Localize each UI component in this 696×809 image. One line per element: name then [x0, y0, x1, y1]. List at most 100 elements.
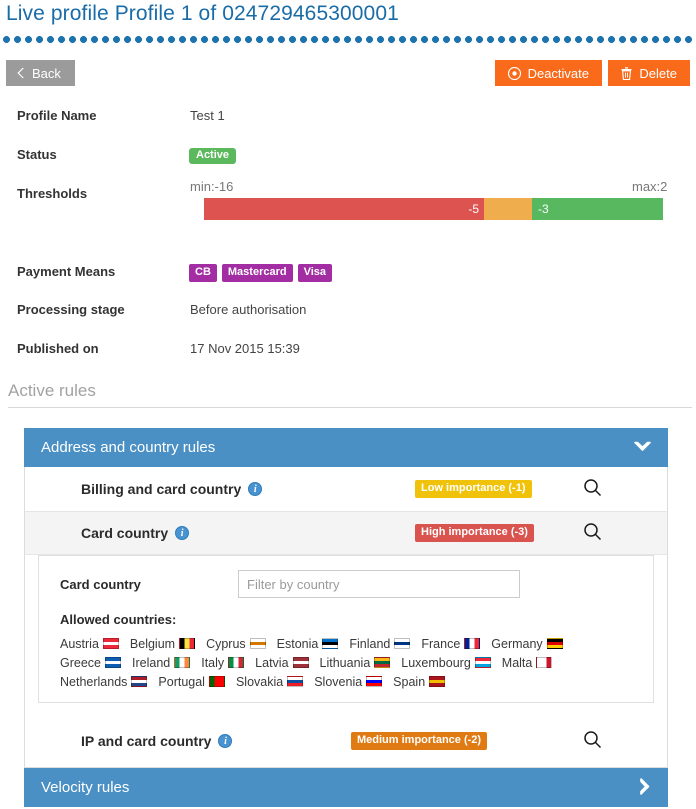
threshold-segment-medium-risk: [484, 198, 532, 220]
flag-icon: [249, 638, 266, 649]
allowed-countries-label: Allowed countries:: [60, 612, 177, 627]
country-item: Slovenia: [314, 673, 383, 692]
flag-icon: [546, 638, 563, 649]
trash-icon: [621, 66, 632, 80]
country-label: Slovakia: [235, 675, 284, 689]
search-icon[interactable]: [583, 730, 602, 752]
country-item: Estonia: [277, 635, 339, 654]
flag-icon: [464, 638, 481, 649]
thresholds-label: Thresholds: [17, 186, 88, 201]
importance-badge: Low importance (-1): [415, 480, 532, 498]
search-icon[interactable]: [583, 522, 602, 544]
country-label: Netherlands: [60, 675, 128, 689]
allowed-countries-list: Austria Belgium Cyprus Estonia Finland France…: [39, 635, 653, 692]
info-icon[interactable]: i: [218, 734, 233, 748]
country-label: Portugal: [158, 675, 205, 689]
card-country-filter-line: Card country: [39, 570, 653, 598]
profile-name-label: Profile Name: [17, 108, 97, 123]
flag-icon: [287, 676, 304, 687]
importance-badge: Medium importance (-2): [351, 732, 488, 750]
panel-header-address-and-country-rules[interactable]: Address and country rules: [24, 428, 668, 467]
flag-icon: [179, 638, 196, 649]
country-item: Ireland: [132, 654, 191, 673]
country-item: Lithuania: [320, 654, 391, 673]
panel-header-velocity-rules[interactable]: Velocity rules: [24, 768, 668, 807]
country-item: Greece: [60, 654, 121, 673]
country-label: Lithuania: [319, 656, 371, 670]
page-title: Live profile Profile 1 of 02472946530000…: [6, 2, 399, 25]
country-label: Luxembourg: [401, 656, 471, 670]
status-badge: Active: [189, 148, 237, 164]
flag-icon: [322, 638, 339, 649]
panel-title: Velocity rules: [41, 779, 130, 796]
published-on-value: 17 Nov 2015 15:39: [190, 341, 300, 356]
country-label: Finland: [349, 637, 391, 651]
rule-label: IP and card country: [81, 733, 212, 749]
flag-icon: [366, 676, 383, 687]
back-button[interactable]: Back: [6, 60, 75, 86]
country-item: Cyprus: [206, 635, 266, 654]
panel-address-and-country-rules: Address and country rules Billing and ca…: [24, 428, 668, 768]
threshold-segment-low-risk: -3: [532, 198, 663, 220]
country-item: Spain: [393, 673, 446, 692]
flag-icon: [131, 676, 148, 687]
profile-page: Live profile Profile 1 of 02472946530000…: [0, 0, 696, 809]
deactivate-button[interactable]: Deactivate: [494, 60, 602, 86]
rule-label: Billing and card country: [81, 481, 242, 497]
country-item: Luxembourg: [401, 654, 491, 673]
rule-row-ip-and-card-country: IP and card country i Medium importance …: [25, 715, 667, 767]
country-item: Belgium: [129, 635, 196, 654]
status-badge-wrap: Active: [189, 146, 237, 164]
processing-stage-label: Processing stage: [17, 302, 125, 317]
rule-name: IP and card country i: [81, 733, 233, 749]
flag-icon: [292, 657, 309, 668]
flag-icon: [208, 676, 225, 687]
chevron-left-icon: [16, 67, 25, 79]
country-label: Cyprus: [206, 637, 246, 651]
country-item: Finland: [349, 635, 411, 654]
info-icon[interactable]: i: [248, 482, 263, 496]
country-item: Slovakia: [235, 673, 304, 692]
rule-name: Card country i: [81, 525, 190, 541]
flag-icon: [105, 657, 121, 668]
threshold-max-label: max:2: [632, 179, 668, 194]
country-label: Germany: [491, 637, 543, 651]
country-label: Latvia: [255, 656, 289, 670]
rule-label: Card country: [81, 525, 169, 541]
panel-velocity-rules: Velocity rules: [24, 768, 668, 807]
country-item: Austria: [60, 635, 119, 654]
flag-icon: [102, 638, 119, 649]
country-label: Italy: [201, 656, 225, 670]
payment-mean-badge: CB: [189, 264, 217, 282]
published-on-label: Published on: [17, 341, 99, 356]
payment-means-list: CB Mastercard Visa: [189, 264, 333, 282]
rule-row-billing-and-card-country: Billing and card country i Low importanc…: [25, 467, 667, 511]
panel-title: Address and country rules: [41, 439, 216, 456]
country-label: Slovenia: [314, 675, 363, 689]
delete-button[interactable]: Delete: [608, 60, 690, 86]
deactivate-button-label: Deactivate: [527, 65, 589, 81]
flag-icon: [474, 657, 491, 668]
deactivate-circle-icon: [507, 66, 521, 80]
country-item: France: [421, 635, 481, 654]
status-label: Status: [17, 147, 57, 162]
back-button-label: Back: [32, 65, 61, 81]
country-label: Spain: [393, 675, 426, 689]
flag-icon: [228, 657, 245, 668]
rule-row-card-country: Card country i High importance (-3): [25, 511, 667, 555]
flag-icon: [394, 638, 411, 649]
processing-stage-value: Before authorisation: [190, 302, 307, 317]
country-label: France: [421, 637, 461, 651]
payment-mean-badge: Visa: [297, 264, 333, 282]
country-item: Germany: [491, 635, 563, 654]
dotted-divider: [0, 36, 696, 43]
search-icon[interactable]: [583, 478, 602, 500]
country-item: Malta: [502, 654, 553, 673]
panel-body-address-and-country-rules: Billing and card country i Low importanc…: [24, 467, 668, 768]
country-label: Belgium: [129, 637, 176, 651]
importance-badge: High importance (-3): [415, 524, 534, 542]
country-filter-input[interactable]: [238, 570, 520, 598]
info-icon[interactable]: i: [175, 526, 190, 540]
flag-icon: [174, 657, 191, 668]
flag-icon: [429, 676, 446, 687]
